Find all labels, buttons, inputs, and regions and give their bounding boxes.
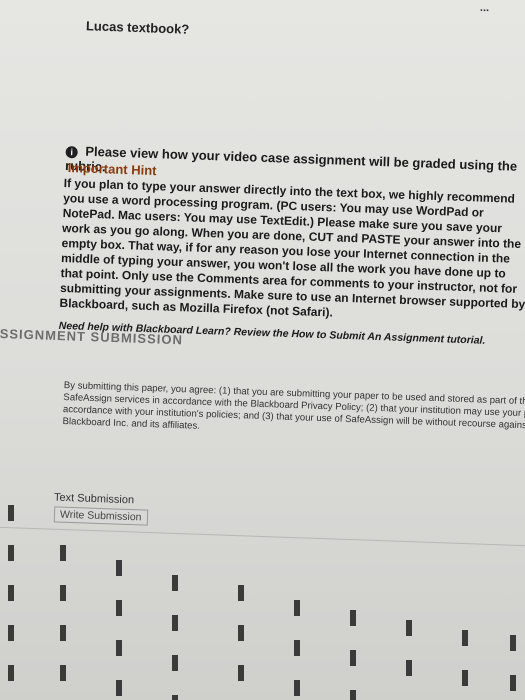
screen-dash-pattern xyxy=(8,505,14,695)
screen-dash-pattern xyxy=(116,560,122,700)
divider xyxy=(0,526,525,547)
screen-dash-pattern xyxy=(350,610,356,700)
screen-dash-pattern xyxy=(60,545,66,700)
info-icon: i xyxy=(65,145,78,158)
hint-body: If you plan to type your answer directly… xyxy=(58,176,525,350)
hint-title: Important Hint xyxy=(67,160,157,179)
hint-body-text: If you plan to type your answer directly… xyxy=(59,176,525,320)
screen-dash-pattern xyxy=(462,630,468,700)
screen-dash-pattern xyxy=(172,575,178,700)
write-submission-button[interactable]: Write Submission xyxy=(53,506,148,526)
top-right-text: ... xyxy=(479,1,490,15)
screen-dash-pattern xyxy=(406,620,412,700)
question-text: Lucas textbook? xyxy=(85,18,190,37)
agreement-text: By submitting this paper, you agree: (1)… xyxy=(62,380,525,432)
text-submission-label: Text Submission xyxy=(53,491,135,507)
screen-dash-pattern xyxy=(238,585,244,700)
screen-dash-pattern xyxy=(510,635,516,700)
screen-photo: ... Lucas textbook? i Please view how yo… xyxy=(0,0,525,700)
screen-dash-pattern xyxy=(294,600,300,700)
